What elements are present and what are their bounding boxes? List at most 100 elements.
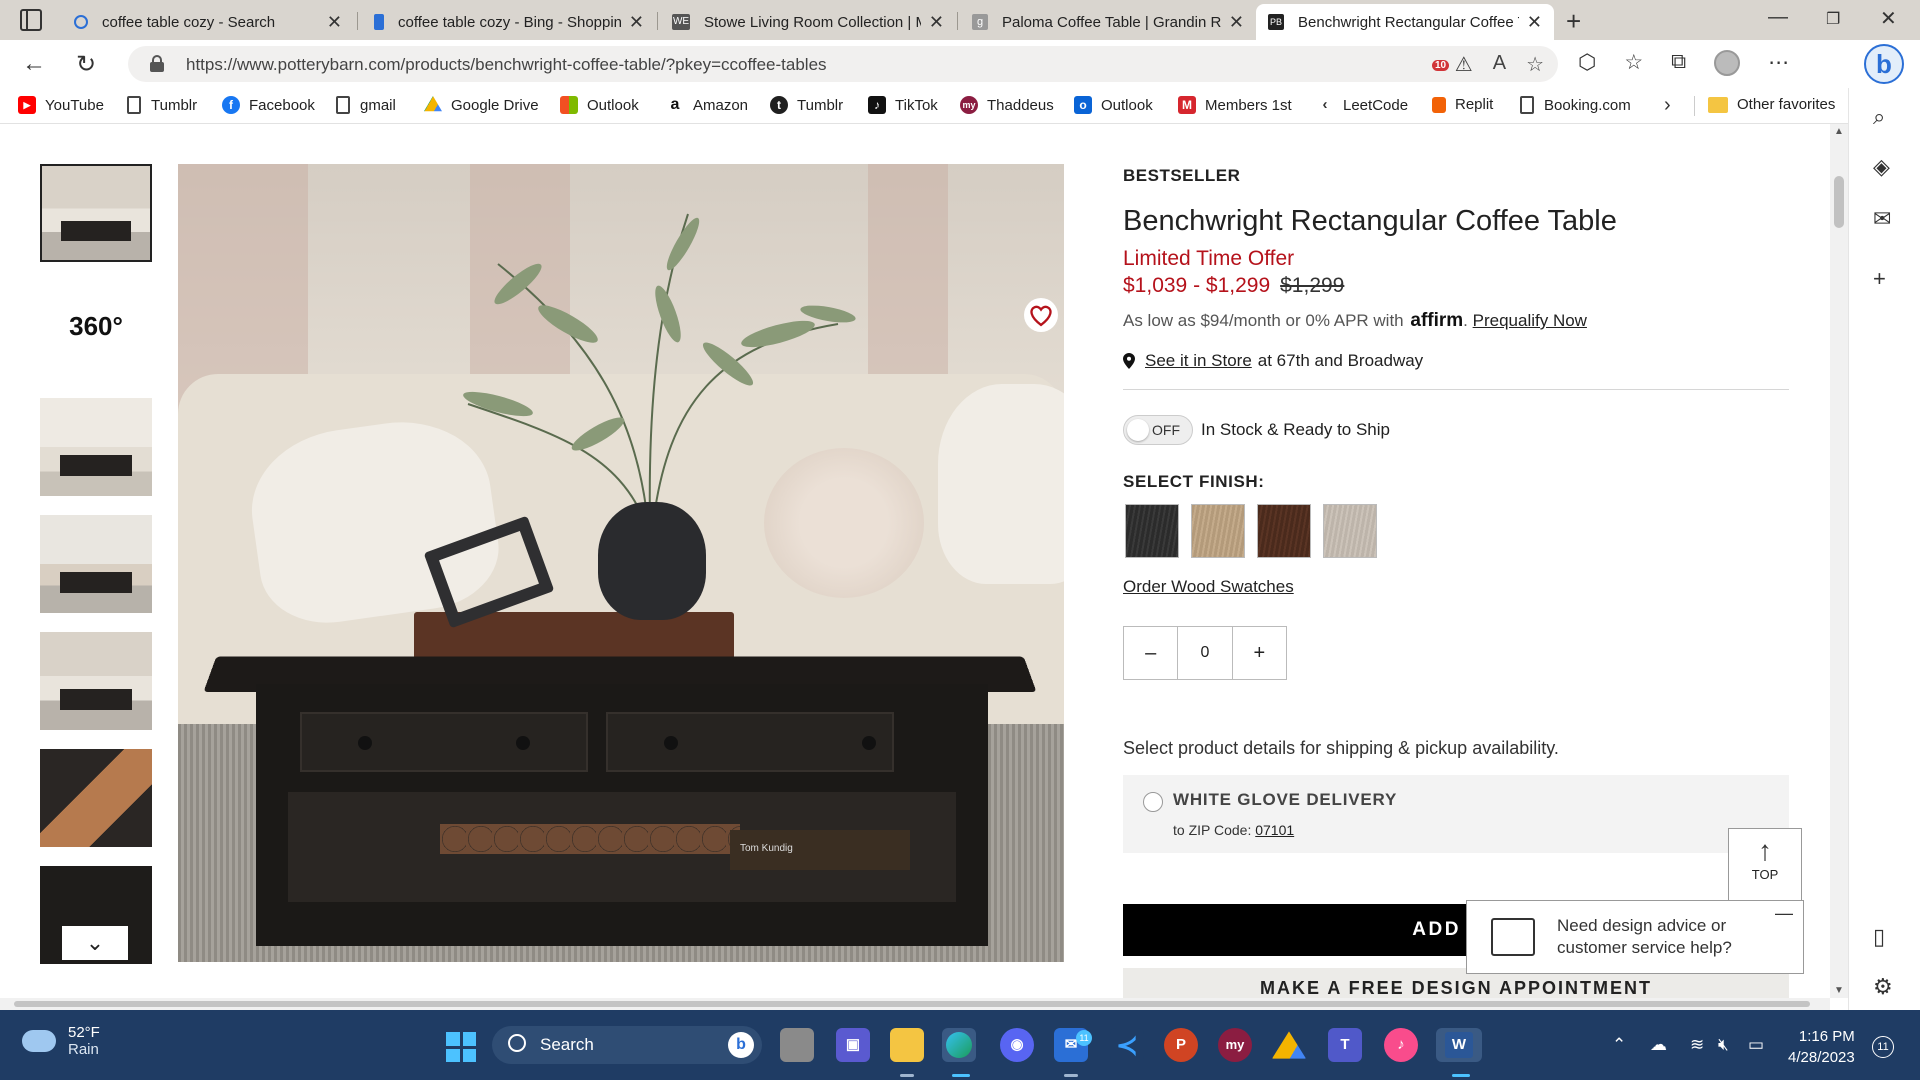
finish-swatch-natural[interactable] (1191, 504, 1245, 558)
close-icon[interactable]: ✕ (1527, 12, 1542, 33)
bookmark-replit[interactable]: Replit (1432, 96, 1493, 113)
discord-icon[interactable]: ◉ (1000, 1028, 1034, 1062)
task-view-icon[interactable] (780, 1028, 814, 1062)
bookmark-tumblr[interactable]: Tumblr (127, 96, 197, 114)
white-glove-delivery-option[interactable]: WHITE GLOVE DELIVERY to ZIP Code: 07101 (1123, 775, 1789, 853)
weather-widget[interactable]: 52°F Rain (22, 1024, 100, 1058)
edge-icon[interactable] (942, 1028, 976, 1062)
see-in-store-link[interactable]: See it in Store (1145, 351, 1252, 371)
new-tab-button[interactable]: + (1566, 6, 1581, 37)
chevron-right-icon[interactable]: › (1664, 94, 1671, 117)
delivery-radio[interactable] (1143, 792, 1163, 812)
bookmark-members-1st[interactable]: M Members 1st (1178, 96, 1292, 114)
battery-icon[interactable]: ▭ (1748, 1035, 1764, 1055)
scroll-thumb[interactable] (1834, 176, 1844, 228)
horizontal-scrollbar[interactable] (0, 998, 1830, 1010)
zip-code-link[interactable]: 07101 (1255, 822, 1294, 838)
lock-icon[interactable] (150, 55, 164, 72)
close-window-button[interactable]: ✕ (1880, 6, 1897, 31)
thumbnail-4[interactable] (40, 515, 152, 613)
finish-swatch-gray[interactable] (1323, 504, 1377, 558)
scroll-up-icon[interactable]: ▲ (1834, 126, 1844, 137)
word-icon[interactable]: W (1436, 1028, 1482, 1062)
heart-icon[interactable] (1024, 298, 1058, 332)
refresh-button[interactable]: ↻ (76, 50, 96, 79)
prequalify-link[interactable]: Prequalify Now (1473, 311, 1587, 330)
settings-icon[interactable]: ⚙ (1873, 974, 1893, 1000)
notification-badge[interactable]: 11 (1872, 1036, 1894, 1058)
order-wood-swatches-link[interactable]: Order Wood Swatches (1123, 577, 1294, 597)
shopping-icon[interactable]: ◈ (1873, 154, 1890, 180)
thumbnail-3[interactable] (40, 398, 152, 496)
volume-muted-icon[interactable]: 🔇︎ (1718, 1035, 1729, 1055)
bookmark-gmail[interactable]: gmail (336, 96, 396, 114)
scroll-thumb[interactable] (14, 1001, 1810, 1007)
extensions-icon[interactable]: ⬡ (1578, 50, 1596, 76)
chat-widget[interactable]: Need design advice or customer service h… (1466, 900, 1804, 974)
music-icon[interactable]: ♪ (1384, 1028, 1418, 1062)
quantity-input[interactable]: 0 (1177, 627, 1233, 679)
start-button[interactable] (446, 1032, 476, 1062)
tab-stowe[interactable]: WE Stowe Living Room Collection | Mod ✕ (660, 4, 956, 40)
google-drive-icon[interactable] (1272, 1031, 1306, 1059)
product-main-image[interactable]: Tom Kundig (178, 164, 1064, 962)
read-aloud-icon[interactable]: A (1493, 52, 1506, 77)
tab-actions-icon[interactable] (20, 9, 42, 31)
wifi-icon[interactable]: ≋ (1690, 1035, 1704, 1055)
close-icon[interactable]: ✕ (327, 12, 342, 33)
close-icon[interactable]: ✕ (629, 12, 644, 33)
finish-swatch-brown[interactable] (1257, 504, 1311, 558)
tab-search[interactable]: coffee table cozy - Search ✕ (62, 4, 354, 40)
thumbnail-1[interactable] (40, 164, 152, 262)
bookmark-tumblr-2[interactable]: t Tumblr (770, 96, 843, 114)
bookmark-facebook[interactable]: f Facebook (222, 96, 315, 114)
outlook-icon[interactable]: ✉ (1873, 206, 1891, 232)
favorites-icon[interactable]: ☆ (1624, 50, 1643, 76)
bookmark-thaddeus[interactable]: my Thaddeus (960, 96, 1054, 114)
bookmark-youtube[interactable]: ▶ YouTube (18, 96, 104, 114)
bookmark-booking[interactable]: Booking.com (1520, 96, 1631, 114)
thumbnail-360[interactable]: 360° (40, 281, 152, 379)
close-icon[interactable]: ✕ (1229, 12, 1244, 33)
hide-sidebar-icon[interactable]: ▯ (1873, 924, 1885, 950)
url-text[interactable]: https://www.potterybarn.com/products/ben… (186, 55, 827, 75)
search-icon[interactable]: ⌕ (1873, 104, 1885, 130)
address-bar[interactable]: https://www.potterybarn.com/products/ben… (128, 46, 1558, 82)
tracking-prevention-icon[interactable]: ⚠ (1455, 52, 1473, 77)
chevron-up-icon[interactable]: ⌃ (1612, 1035, 1626, 1055)
minimize-button[interactable]: — (1768, 6, 1788, 29)
bookmark-outlook[interactable]: Outlook (560, 96, 639, 114)
finish-swatch-black[interactable] (1125, 504, 1179, 558)
collections-icon[interactable]: ⧉ (1671, 50, 1686, 76)
quantity-decrease-button[interactable]: – (1124, 627, 1177, 679)
minimize-chat-icon[interactable]: — (1775, 903, 1793, 924)
more-menu-icon[interactable]: ⋯ (1768, 50, 1789, 76)
bing-chat-button[interactable]: b (1864, 44, 1904, 84)
add-favorite-icon[interactable]: ☆ (1526, 52, 1544, 77)
tab-paloma[interactable]: g Paloma Coffee Table | Grandin Road ✕ (960, 4, 1256, 40)
taskbar-search[interactable]: Search b (492, 1026, 762, 1064)
chevron-down-icon[interactable]: ⌄ (62, 926, 128, 960)
bookmark-tiktok[interactable]: ♪ TikTok (868, 96, 938, 114)
quantity-increase-button[interactable]: + (1233, 627, 1286, 679)
thumbnail-5[interactable] (40, 632, 152, 730)
file-explorer-icon[interactable] (890, 1028, 924, 1062)
bookmark-outlook-2[interactable]: o Outlook (1074, 96, 1153, 114)
vertical-scrollbar[interactable]: ▲ ▼ (1830, 124, 1848, 998)
bookmark-leetcode[interactable]: ‹ LeetCode (1316, 96, 1408, 114)
bookmark-google-drive[interactable]: Google Drive (424, 96, 539, 114)
tab-bing-shopping[interactable]: coffee table cozy - Bing - Shopping ✕ (362, 4, 656, 40)
tab-benchwright[interactable]: PB Benchwright Rectangular Coffee Table … (1256, 4, 1554, 40)
vscode-icon[interactable]: ≺ (1110, 1028, 1144, 1062)
my-app-icon[interactable]: my (1218, 1028, 1252, 1062)
close-icon[interactable]: ✕ (929, 12, 944, 33)
add-icon[interactable]: + (1873, 266, 1886, 292)
thumbnail-drawer[interactable] (40, 749, 152, 847)
back-to-top-button[interactable]: ↑ TOP (1728, 828, 1802, 908)
clock[interactable]: 1:16 PM 4/28/2023 (1788, 1026, 1855, 1068)
in-stock-toggle[interactable]: OFF (1123, 415, 1193, 445)
onedrive-icon[interactable]: ☁ (1650, 1035, 1667, 1055)
restore-button[interactable]: ❐ (1826, 9, 1840, 29)
back-button[interactable]: ← (22, 50, 46, 78)
bookmark-amazon[interactable]: a Amazon (666, 96, 748, 114)
